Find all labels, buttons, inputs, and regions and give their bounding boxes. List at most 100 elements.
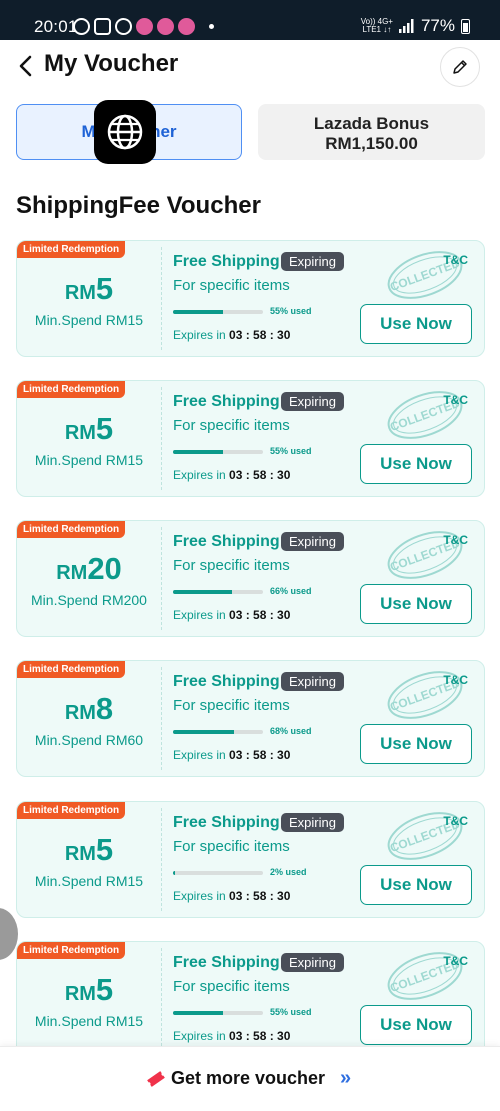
- expiry-time: 03 : 58 : 30: [229, 328, 291, 342]
- get-more-voucher-button[interactable]: Get more voucher »: [146, 1067, 351, 1090]
- limited-redemption-badge: Limited Redemption: [17, 241, 126, 258]
- voucher-description: For specific items: [173, 557, 290, 574]
- voucher-title: Free Shipping: [173, 673, 280, 690]
- browser-globe-icon[interactable]: [94, 100, 156, 164]
- expiry-countdown: Expires in 03 : 58 : 30: [173, 889, 291, 903]
- terms-link[interactable]: T&C: [443, 393, 468, 407]
- bonus-amount: RM1,150.00: [325, 134, 418, 153]
- terms-link[interactable]: T&C: [443, 533, 468, 547]
- terms-link[interactable]: T&C: [443, 673, 468, 687]
- voucher-value: 5: [95, 972, 114, 1007]
- expiry-countdown: Expires in 03 : 58 : 30: [173, 748, 291, 762]
- voucher-amount: RM5: [17, 271, 161, 307]
- voucher-description: For specific items: [173, 277, 290, 294]
- expiry-time: 03 : 58 : 30: [229, 1029, 291, 1043]
- card-divider: [161, 808, 162, 911]
- app-notification-icon: [94, 18, 111, 35]
- voucher-value: 8: [95, 691, 114, 726]
- card-divider: [161, 247, 162, 350]
- min-spend: Min.Spend RM15: [34, 873, 144, 889]
- expiry-time: 03 : 58 : 30: [229, 608, 291, 622]
- voucher-title: Free Shipping: [173, 533, 280, 550]
- limited-redemption-badge: Limited Redemption: [17, 521, 126, 538]
- use-now-button[interactable]: Use Now: [360, 865, 472, 905]
- usage-text: 55% used: [270, 1007, 312, 1017]
- usage-progress-fill: [173, 450, 223, 454]
- limited-redemption-badge: Limited Redemption: [17, 661, 126, 678]
- expiry-countdown: Expires in 03 : 58 : 30: [173, 328, 291, 342]
- terms-link[interactable]: T&C: [443, 814, 468, 828]
- expiry-countdown: Expires in 03 : 58 : 30: [173, 468, 291, 482]
- limited-redemption-badge: Limited Redemption: [17, 381, 126, 398]
- expiring-tag: Expiring: [281, 672, 344, 691]
- limited-redemption-badge: Limited Redemption: [17, 802, 126, 819]
- use-now-button[interactable]: Use Now: [360, 1005, 472, 1045]
- expiring-tag: Expiring: [281, 813, 344, 832]
- terms-link[interactable]: T&C: [443, 954, 468, 968]
- card-divider: [161, 948, 162, 1051]
- tab-lazada-bonus[interactable]: Lazada Bonus RM1,150.00: [258, 104, 485, 160]
- usage-text: 2% used: [270, 867, 307, 877]
- whatsapp-icon: [73, 18, 90, 35]
- usage-progress-bar: [173, 310, 263, 314]
- bonus-title: Lazada Bonus: [313, 114, 430, 133]
- voucher-card[interactable]: Limited Redemption RM5 Min.Spend RM15 Fr…: [16, 941, 485, 1058]
- game-icon: [157, 18, 174, 35]
- edit-button[interactable]: [440, 47, 480, 87]
- card-divider: [161, 667, 162, 770]
- voucher-card[interactable]: Limited Redemption RM20 Min.Spend RM200 …: [16, 520, 485, 637]
- usage-progress-bar: [173, 450, 263, 454]
- status-bar: 20:01 Vo)) 4G+ LTE1 ↓↑ 77%: [0, 0, 500, 40]
- voucher-description: For specific items: [173, 978, 290, 995]
- voucher-card[interactable]: Limited Redemption RM5 Min.Spend RM15 Fr…: [16, 240, 485, 357]
- game-icon: [178, 18, 195, 35]
- voucher-title: Free Shipping: [173, 393, 280, 410]
- usage-progress-fill: [173, 1011, 223, 1015]
- expiring-tag: Expiring: [281, 252, 344, 271]
- expiry-countdown: Expires in 03 : 58 : 30: [173, 1029, 291, 1043]
- min-spend: Min.Spend RM15: [34, 452, 144, 468]
- use-now-button[interactable]: Use Now: [360, 304, 472, 344]
- use-now-button[interactable]: Use Now: [360, 584, 472, 624]
- voucher-description: For specific items: [173, 417, 290, 434]
- double-chevron-right-icon: »: [340, 1067, 351, 1089]
- voucher-title: Free Shipping: [173, 814, 280, 831]
- expiry-countdown: Expires in 03 : 58 : 30: [173, 608, 291, 622]
- voucher-amount: RM5: [17, 972, 161, 1008]
- card-divider: [161, 387, 162, 490]
- usage-progress-bar: [173, 590, 263, 594]
- usage-progress-bar: [173, 730, 263, 734]
- expiring-tag: Expiring: [281, 953, 344, 972]
- usage-text: 55% used: [270, 446, 312, 456]
- voucher-currency: RM: [64, 282, 96, 304]
- bottom-bar: Get more voucher »: [0, 1046, 500, 1111]
- more-notifications-dot: [209, 24, 214, 29]
- usage-progress-fill: [173, 871, 175, 875]
- system-status: Vo)) 4G+ LTE1 ↓↑ 77%: [361, 16, 470, 35]
- min-spend: Min.Spend RM15: [34, 1013, 144, 1029]
- card-divider: [161, 527, 162, 630]
- usage-text: 55% used: [270, 306, 312, 316]
- battery-percent: 77%: [420, 16, 455, 35]
- use-now-button[interactable]: Use Now: [360, 724, 472, 764]
- voucher-amount: RM20: [17, 551, 161, 587]
- back-arrow-icon[interactable]: [16, 54, 36, 78]
- voucher-amount: RM5: [17, 411, 161, 447]
- game-icon: [136, 18, 153, 35]
- usage-progress-bar: [173, 1011, 263, 1015]
- expiry-time: 03 : 58 : 30: [229, 889, 291, 903]
- get-more-voucher-label: Get more voucher: [171, 1068, 326, 1088]
- voucher-card[interactable]: Limited Redemption RM5 Min.Spend RM15 Fr…: [16, 380, 485, 497]
- usage-progress-fill: [173, 310, 223, 314]
- usage-text: 66% used: [270, 586, 312, 596]
- terms-link[interactable]: T&C: [443, 253, 468, 267]
- voucher-card[interactable]: Limited Redemption RM5 Min.Spend RM15 Fr…: [16, 801, 485, 918]
- voucher-value: 5: [95, 832, 114, 867]
- voucher-card[interactable]: Limited Redemption RM8 Min.Spend RM60 Fr…: [16, 660, 485, 777]
- signal-icon: [398, 19, 414, 33]
- use-now-button[interactable]: Use Now: [360, 444, 472, 484]
- voucher-value: 5: [95, 271, 114, 306]
- voucher-amount: RM8: [17, 691, 161, 727]
- voucher-currency: RM: [64, 422, 96, 444]
- usage-progress-fill: [173, 590, 233, 594]
